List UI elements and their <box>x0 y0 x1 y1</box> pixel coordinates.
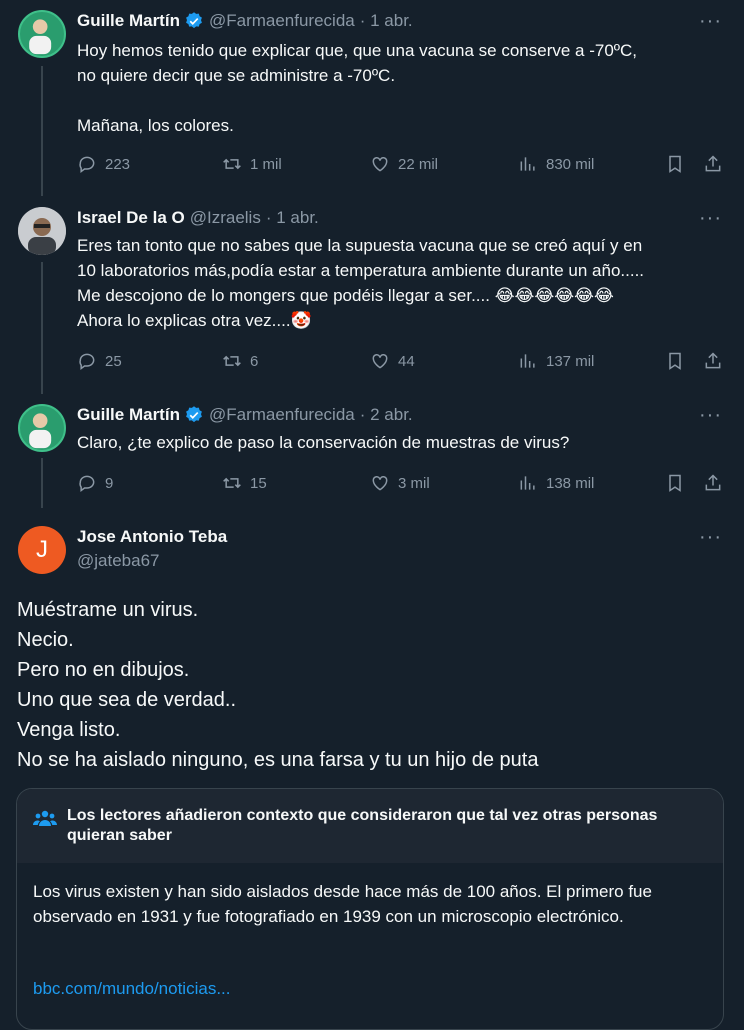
community-note-link[interactable]: bbc.com/mundo/noticias... <box>33 979 230 999</box>
tweet-actions: 223 1 mil 22 mil 830 mil <box>77 152 727 176</box>
reply-button[interactable]: 25 <box>77 349 122 373</box>
share-icon <box>705 155 721 172</box>
verified-badge-icon <box>186 12 202 29</box>
author-name[interactable]: Guille Martín <box>77 11 180 31</box>
community-note-text: Los virus existen y han sido aislados de… <box>33 882 652 926</box>
retweet-button[interactable]: 6 <box>222 349 258 373</box>
avatar[interactable]: J <box>18 526 66 574</box>
views-button[interactable]: 137 mil <box>518 349 594 373</box>
like-button[interactable]: 22 mil <box>370 152 438 176</box>
timestamp[interactable]: · 1 abr. <box>266 208 319 228</box>
main-tweet-text: Muéstrame un virus. Necio. Pero no en di… <box>17 599 539 771</box>
author-handle[interactable]: @Izraelis <box>190 208 261 228</box>
more-options-icon[interactable]: ··· <box>699 10 722 33</box>
tweet-header: Israel De la O @Izraelis · 1 abr. <box>77 207 319 229</box>
share-button[interactable] <box>703 152 723 176</box>
author-name[interactable]: Israel De la O <box>77 208 185 228</box>
bookmark-icon <box>669 352 681 370</box>
tweet-actions: 25 6 44 137 mil <box>77 349 727 373</box>
community-note-header: Los lectores añadieron contexto que cons… <box>17 789 723 863</box>
bookmark-icon <box>669 155 681 173</box>
reply-icon <box>79 156 95 173</box>
more-options-icon[interactable]: ··· <box>699 526 722 549</box>
tweet-text: Eres tan tonto que no sabes que la supue… <box>77 236 645 330</box>
tweet-header: Guille Martín @Farmaenfurecida · 1 abr. <box>77 10 413 32</box>
thread-line <box>41 262 43 394</box>
author-name[interactable]: Guille Martín <box>77 405 180 425</box>
retweet-icon <box>223 477 241 489</box>
retweet-button[interactable]: 15 <box>222 471 267 495</box>
views-button[interactable]: 138 mil <box>518 471 594 495</box>
tweet-text: Hoy hemos tenido que explicar que, que u… <box>77 41 637 135</box>
reply-icon <box>79 353 95 370</box>
retweet-button[interactable]: 1 mil <box>222 152 282 176</box>
share-icon <box>705 474 721 491</box>
bookmark-button[interactable] <box>665 349 685 373</box>
views-button[interactable]: 830 mil <box>518 152 594 176</box>
more-options-icon[interactable]: ··· <box>699 404 722 427</box>
share-button[interactable] <box>703 471 723 495</box>
like-button[interactable]: 44 <box>370 349 415 373</box>
tweet-text: Claro, ¿te explico de paso la conservaci… <box>77 433 570 452</box>
avatar[interactable] <box>18 207 66 255</box>
bookmark-button[interactable] <box>665 152 685 176</box>
avatar[interactable] <box>18 10 66 58</box>
avatar[interactable] <box>18 404 66 452</box>
share-icon <box>705 352 721 369</box>
tweet-handle-row: @jateba67 <box>77 550 160 572</box>
author-name[interactable]: Jose Antonio Teba <box>77 527 227 547</box>
people-icon <box>33 810 57 826</box>
more-options-icon[interactable]: ··· <box>699 207 722 230</box>
community-note[interactable]: Los lectores añadieron contexto que cons… <box>16 788 724 1030</box>
views-icon <box>520 476 535 490</box>
tweet-actions: 9 15 3 mil 138 mil <box>77 471 727 495</box>
thread-line <box>41 66 43 196</box>
bookmark-button[interactable] <box>665 471 685 495</box>
like-button[interactable]: 3 mil <box>370 471 430 495</box>
heart-icon <box>372 475 388 491</box>
share-button[interactable] <box>703 349 723 373</box>
author-handle[interactable]: @Farmaenfurecida <box>209 405 355 425</box>
author-handle[interactable]: @jateba67 <box>77 551 160 571</box>
heart-icon <box>372 353 388 369</box>
timestamp[interactable]: · 2 abr. <box>360 405 413 425</box>
thread-line <box>41 458 43 508</box>
author-handle[interactable]: @Farmaenfurecida <box>209 11 355 31</box>
reply-button[interactable]: 9 <box>77 471 113 495</box>
timestamp[interactable]: · 1 abr. <box>360 11 413 31</box>
views-icon <box>520 157 535 171</box>
tweet-header: Jose Antonio Teba <box>77 526 227 548</box>
reply-button[interactable]: 223 <box>77 152 130 176</box>
community-note-title: Los lectores añadieron contexto que cons… <box>67 807 658 844</box>
reply-icon <box>79 475 95 492</box>
heart-icon <box>372 156 388 172</box>
tweet-header: Guille Martín @Farmaenfurecida · 2 abr. <box>77 404 413 426</box>
verified-badge-icon <box>186 406 202 423</box>
retweet-icon <box>223 355 241 367</box>
retweet-icon <box>223 158 241 170</box>
bookmark-icon <box>669 474 681 492</box>
views-icon <box>520 354 535 368</box>
